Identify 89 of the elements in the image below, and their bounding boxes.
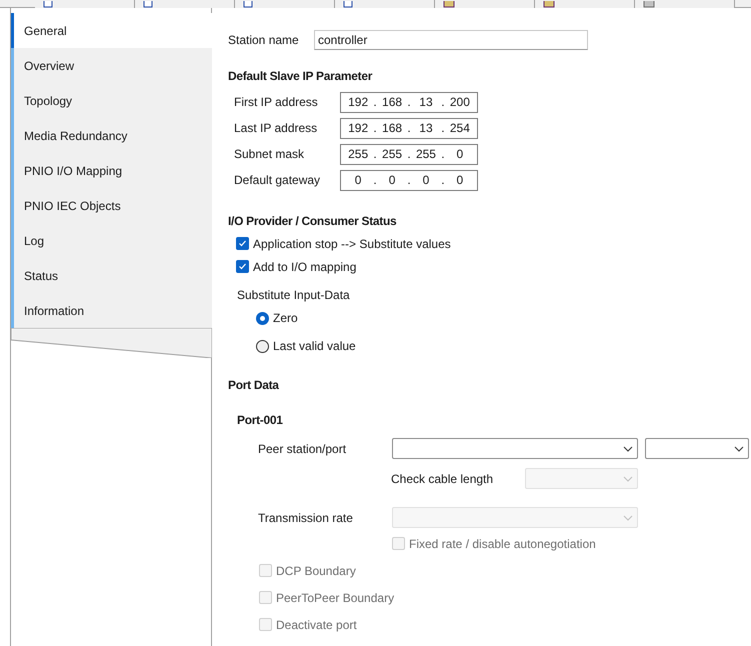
document-icon xyxy=(143,1,153,8)
navigation-tab[interactable]: Topology xyxy=(11,83,212,118)
navigation-tab[interactable]: Overview xyxy=(11,48,212,83)
radio-label: Last valid value xyxy=(273,338,356,355)
chevron-down-icon xyxy=(623,514,633,520)
ip-separator: . xyxy=(407,172,411,189)
ip-separator: . xyxy=(441,120,445,137)
section-heading: Port-001 xyxy=(237,412,284,429)
navigation-tab[interactable]: Media Redundancy xyxy=(11,118,212,153)
field-label: Last IP address xyxy=(234,120,318,137)
ip-octet: 254 xyxy=(448,120,471,137)
ip-octet: 192 xyxy=(347,94,370,111)
link-icon xyxy=(643,1,655,8)
field-label: Station name xyxy=(228,32,300,49)
document-tab[interactable] xyxy=(535,0,635,8)
module-icon xyxy=(443,1,455,8)
ip-address-field[interactable]: 255 . 255 . 255 . 0 xyxy=(340,144,478,164)
ip-octet: 0 xyxy=(354,172,362,189)
ip-octet: 0 xyxy=(456,172,464,189)
field-label: Transmission rate xyxy=(258,510,354,526)
document-tab[interactable] xyxy=(335,0,435,8)
ip-separator: . xyxy=(407,146,411,163)
navigation-tab[interactable]: Information xyxy=(11,293,212,328)
document-icon xyxy=(243,1,253,8)
ip-separator: . xyxy=(441,146,445,163)
checkbox[interactable] xyxy=(236,237,249,250)
navigation-tab[interactable]: PNIO I/O Mapping xyxy=(11,153,212,188)
field-label: Peer station/port xyxy=(258,440,348,458)
ip-address-field[interactable]: 0 . 0 . 0 . 0 xyxy=(340,170,478,190)
ip-octet: 0 xyxy=(456,146,464,163)
ip-octet: 0 xyxy=(388,172,396,189)
ip-separator: . xyxy=(373,120,377,137)
checkbox-label: Application stop --> Substitute values xyxy=(253,236,451,252)
ip-octet: 200 xyxy=(448,94,471,111)
section-heading: Default Slave IP Parameter xyxy=(228,68,374,85)
ip-separator: . xyxy=(441,94,445,111)
document-tab[interactable] xyxy=(35,0,135,8)
document-tab[interactable] xyxy=(435,0,535,8)
ip-octet: 168 xyxy=(381,120,404,137)
ip-octet: 13 xyxy=(418,120,434,137)
document-tab[interactable] xyxy=(635,0,735,8)
ip-separator: . xyxy=(407,94,411,111)
radio-button[interactable] xyxy=(256,312,269,324)
ip-address-field[interactable]: 192 . 168 . 13 . 254 xyxy=(340,118,478,138)
ip-octet: 0 xyxy=(422,172,430,189)
document-icon xyxy=(43,1,53,8)
field-label: Subnet mask xyxy=(234,146,306,163)
ip-separator: . xyxy=(373,172,377,189)
chevron-down-icon xyxy=(623,446,633,452)
radio-button[interactable] xyxy=(256,340,269,352)
field-label: First IP address xyxy=(234,94,319,111)
checkbox-label: DCP Boundary xyxy=(276,562,356,580)
peer-port-dropdown[interactable] xyxy=(645,438,749,459)
ip-address-field[interactable]: 192 . 168 . 13 . 200 xyxy=(340,92,478,112)
radio-label: Zero xyxy=(273,310,298,327)
ip-separator: . xyxy=(373,94,377,111)
navigation-tab[interactable]: Log xyxy=(11,223,212,258)
ip-octet: 255 xyxy=(347,146,370,163)
checkbox[interactable] xyxy=(236,260,249,273)
navigation-tab[interactable]: PNIO IEC Objects xyxy=(11,188,212,223)
station-name-field[interactable]: controller xyxy=(314,30,588,50)
field-label: Check cable length xyxy=(391,470,494,488)
chevron-down-icon xyxy=(734,446,744,452)
ip-separator: . xyxy=(407,120,411,137)
document-tab[interactable] xyxy=(135,0,235,8)
checkbox-label: Add to I/O mapping xyxy=(253,258,356,276)
ip-octet: 168 xyxy=(381,94,404,111)
document-icon xyxy=(343,1,353,8)
checkbox-label: Deactivate port xyxy=(276,616,357,634)
document-tab[interactable] xyxy=(235,0,335,8)
checkmark-icon xyxy=(238,239,247,248)
chevron-down-icon xyxy=(623,476,633,482)
ip-octet: 192 xyxy=(347,120,370,137)
section-heading: Port Data xyxy=(228,377,280,394)
ip-separator: . xyxy=(441,172,445,189)
navigation-tab[interactable]: General xyxy=(11,13,212,48)
ip-octet: 255 xyxy=(414,146,437,163)
ip-octet: 13 xyxy=(418,94,434,111)
group-label: Substitute Input-Data xyxy=(236,287,351,304)
section-heading: I/O Provider / Consumer Status xyxy=(228,213,398,230)
navigation-tab[interactable]: Status xyxy=(11,258,212,293)
checkmark-icon xyxy=(238,262,247,271)
ip-separator: . xyxy=(373,146,377,163)
checkbox-label: Fixed rate / disable autonegotiation xyxy=(409,536,596,552)
field-label: Default gateway xyxy=(234,172,322,189)
peer-station-dropdown[interactable] xyxy=(392,438,638,459)
ip-octet: 255 xyxy=(381,146,404,163)
module-icon xyxy=(543,1,555,8)
checkbox-label: PeerToPeer Boundary xyxy=(276,590,394,606)
